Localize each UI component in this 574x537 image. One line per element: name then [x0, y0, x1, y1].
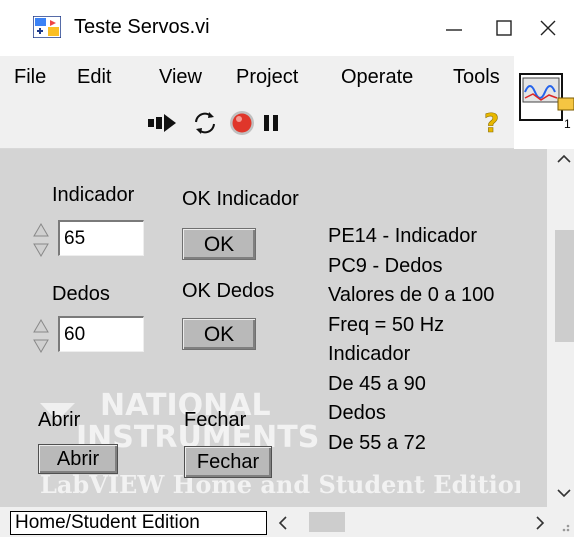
svg-text:1: 1: [564, 117, 571, 130]
close-button[interactable]: [518, 8, 574, 48]
pause-icon[interactable]: [262, 113, 280, 133]
note-line: Valores de 0 a 100: [328, 284, 495, 306]
ok-dedos-label: OK Dedos: [182, 280, 275, 302]
minimize-icon: [446, 29, 462, 31]
note-line: De 45 a 90: [328, 372, 426, 395]
note-line: PE14 - Indicador: [328, 225, 477, 247]
labview-vi-icon: [33, 16, 61, 38]
note-line: Indicador: [328, 343, 411, 365]
abrir-label: Abrir: [38, 409, 81, 431]
dedos-increment-decrement[interactable]: [30, 316, 52, 356]
indicador-label: Indicador: [52, 184, 135, 206]
abort-stop-icon[interactable]: [228, 109, 256, 137]
vi-waveform-icon: 1: [519, 73, 574, 130]
run-arrow-icon[interactable]: [146, 110, 180, 136]
edition-label: Home/Student Edition: [10, 511, 267, 535]
fechar-button[interactable]: Fechar: [184, 446, 272, 478]
menu-operate[interactable]: Operate: [341, 66, 413, 89]
note-line: Freq = 50 Hz: [328, 313, 445, 336]
horizontal-scroll-thumb[interactable]: [309, 512, 345, 532]
indicador-increment-decrement[interactable]: [30, 220, 52, 260]
abrir-button[interactable]: Abrir: [38, 444, 118, 474]
svg-text:?: ?: [484, 109, 499, 138]
note-line: Dedos: [328, 402, 386, 424]
toolbar: [0, 96, 514, 149]
dedos-label: Dedos: [52, 283, 110, 305]
note-line: De 55 a 72: [328, 431, 426, 454]
menu-view[interactable]: View: [159, 66, 202, 89]
scroll-right-icon[interactable]: [533, 515, 547, 531]
ok-indicador-label: OK Indicador: [182, 188, 299, 210]
close-icon: [540, 20, 556, 36]
context-help-icon[interactable]: ?: [480, 108, 504, 138]
dedos-numeric-input[interactable]: 60: [58, 316, 144, 352]
vertical-scroll-thumb[interactable]: [555, 230, 574, 342]
menu-project[interactable]: Project: [236, 66, 298, 89]
note-line: PC9 - Dedos: [328, 254, 443, 277]
ok-dedos-button[interactable]: OK: [182, 318, 256, 350]
menu-file[interactable]: File: [14, 66, 46, 89]
resize-grip-icon[interactable]: [556, 518, 572, 534]
indicador-numeric-input[interactable]: 65: [58, 220, 144, 256]
notes-free-label: PE14 - Indicador PC9 - Dedos Valores de …: [328, 222, 494, 458]
menu-edit[interactable]: Edit: [77, 66, 111, 89]
maximize-icon: [496, 20, 512, 36]
scroll-up-icon[interactable]: [556, 152, 572, 166]
scroll-left-icon[interactable]: [276, 515, 290, 531]
window-title: Teste Servos.vi: [74, 16, 210, 38]
ok-indicador-button[interactable]: OK: [182, 228, 256, 260]
menu-tools[interactable]: Tools: [453, 66, 500, 89]
fechar-label: Fechar: [184, 409, 247, 431]
scroll-down-icon[interactable]: [556, 486, 572, 500]
run-continuously-icon[interactable]: [190, 108, 220, 138]
